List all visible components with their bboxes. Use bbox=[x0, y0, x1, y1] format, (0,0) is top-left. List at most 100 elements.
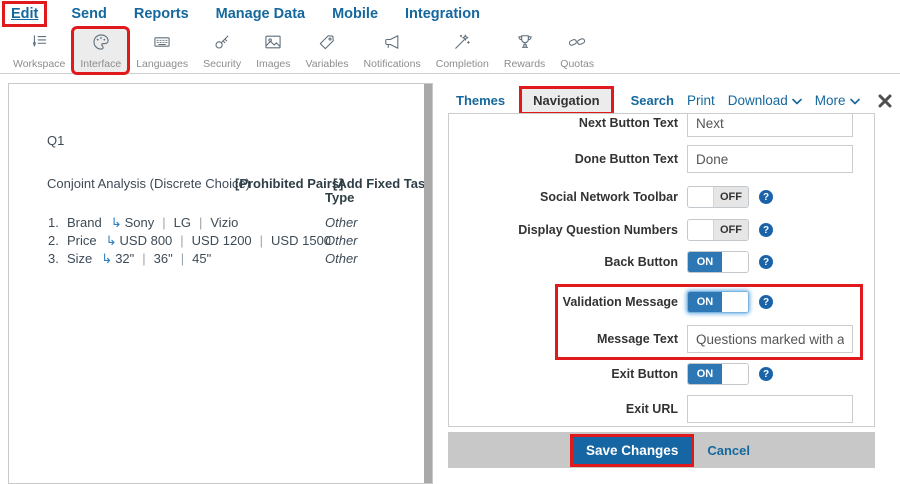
toolbar-item-completion[interactable]: Completion bbox=[430, 29, 495, 72]
toolbar-item-interface[interactable]: Interface bbox=[74, 29, 127, 72]
question-title: Conjoint Analysis (Discrete Choice) bbox=[47, 176, 250, 191]
panel-actions: Print Download More bbox=[674, 93, 900, 108]
more-link[interactable]: More bbox=[815, 93, 860, 108]
toolbar-item-quotas[interactable]: Quotas bbox=[554, 29, 600, 72]
level-separator: | bbox=[181, 251, 184, 266]
tab-themes[interactable]: Themes bbox=[456, 93, 505, 108]
toggle-track bbox=[688, 187, 714, 207]
images-icon bbox=[262, 32, 284, 57]
chevron-down-icon bbox=[846, 93, 860, 108]
toolbar-item-images[interactable]: Images bbox=[250, 29, 296, 72]
nav-item-edit[interactable]: Edit bbox=[5, 4, 44, 24]
help-icon[interactable]: ? bbox=[759, 367, 773, 381]
input-done-button-text[interactable] bbox=[687, 145, 853, 173]
toggle-track bbox=[688, 220, 714, 240]
preview-scrollbar[interactable] bbox=[424, 84, 432, 483]
toolbar-item-rewards[interactable]: Rewards bbox=[498, 29, 551, 72]
field-label: Display Question Numbers bbox=[449, 223, 678, 237]
form-row-exit-url: Exit URL bbox=[449, 395, 874, 423]
save-changes-button[interactable]: Save Changes bbox=[573, 437, 691, 464]
prohibited-pairs-link[interactable]: [Prohibited Pairs] bbox=[235, 176, 343, 191]
level-arrow-icon: ↳ bbox=[111, 216, 122, 231]
navigation-settings-form: Next Button TextDone Button TextSocial N… bbox=[448, 113, 875, 427]
attribute-number: 1. bbox=[48, 215, 63, 230]
download-link[interactable]: Download bbox=[728, 93, 802, 108]
print-link[interactable]: Print bbox=[687, 93, 715, 108]
toggle-exit-button[interactable]: ON bbox=[687, 363, 749, 385]
nav-item-integration[interactable]: Integration bbox=[405, 6, 480, 22]
field-label: Back Button bbox=[449, 255, 678, 269]
input-exit-url[interactable] bbox=[687, 395, 853, 423]
toolbar-item-label: Notifications bbox=[364, 58, 421, 70]
level-separator: | bbox=[199, 215, 202, 230]
toolbar-item-variables[interactable]: Variables bbox=[300, 29, 355, 72]
form-row-validation-message: Validation MessageON? bbox=[558, 291, 860, 313]
question-title-line: Conjoint Analysis (Discrete Choice) [Pro… bbox=[9, 176, 432, 193]
languages-icon bbox=[151, 32, 173, 57]
attribute-level: USD 1500 bbox=[271, 233, 331, 248]
help-icon[interactable]: ? bbox=[759, 255, 773, 269]
toolbar-item-label: Rewards bbox=[504, 58, 545, 70]
help-icon[interactable]: ? bbox=[759, 295, 773, 309]
download-link-label: Download bbox=[728, 93, 788, 108]
rewards-icon bbox=[514, 32, 536, 57]
attribute-row: 1.Brand↳Sony|LG|VizioOther bbox=[48, 215, 422, 231]
toggle-state-label: OFF bbox=[714, 187, 748, 207]
toolbar-item-workspace[interactable]: Workspace bbox=[7, 29, 71, 72]
input-next-button-text[interactable] bbox=[687, 113, 853, 137]
input-message-text[interactable] bbox=[687, 325, 853, 353]
toggle-track bbox=[722, 252, 748, 272]
cancel-link[interactable]: Cancel bbox=[707, 443, 750, 458]
toggle-state-label: ON bbox=[688, 364, 722, 384]
survey-preview-panel: Q1 Conjoint Analysis (Discrete Choice) [… bbox=[8, 83, 433, 484]
attribute-level: LG bbox=[174, 215, 191, 230]
level-arrow-icon: ↳ bbox=[101, 252, 112, 267]
toolbar-item-label: Quotas bbox=[560, 58, 594, 70]
notifications-icon bbox=[381, 32, 403, 57]
toolbar-item-label: Workspace bbox=[13, 58, 65, 70]
toggle-state-label: ON bbox=[688, 292, 722, 312]
attribute-name: Price bbox=[67, 233, 97, 248]
more-link-label: More bbox=[815, 93, 846, 108]
toolbar-item-notifications[interactable]: Notifications bbox=[358, 29, 427, 72]
form-footer: Save Changes Cancel bbox=[448, 432, 875, 468]
toggle-state-label: OFF bbox=[714, 220, 748, 240]
toggle-state-label: ON bbox=[688, 252, 722, 272]
toolbar-item-label: Security bbox=[203, 58, 241, 70]
nav-item-manage-data[interactable]: Manage Data bbox=[216, 6, 305, 22]
toggle-track bbox=[722, 292, 748, 312]
toolbar-item-languages[interactable]: Languages bbox=[130, 29, 194, 72]
add-fixed-tasks-link[interactable]: [Add Fixed Tasks] bbox=[333, 176, 433, 191]
toggle-display-question-numbers[interactable]: OFF bbox=[687, 219, 749, 241]
question-code: Q1 bbox=[47, 133, 64, 148]
attribute-type: Other bbox=[325, 233, 358, 248]
tab-search[interactable]: Search bbox=[631, 93, 674, 108]
toolbar-item-label: Completion bbox=[436, 58, 489, 70]
form-row-social-network-toolbar: Social Network Toolbar OFF? bbox=[449, 186, 874, 208]
attribute-level: Vizio bbox=[210, 215, 238, 230]
tab-navigation[interactable]: Navigation bbox=[522, 89, 610, 112]
help-icon[interactable]: ? bbox=[759, 223, 773, 237]
level-separator: | bbox=[162, 215, 165, 230]
nav-item-mobile[interactable]: Mobile bbox=[332, 6, 378, 22]
level-separator: | bbox=[142, 251, 145, 266]
attribute-type: Other bbox=[325, 215, 358, 230]
toggle-back-button[interactable]: ON bbox=[687, 251, 749, 273]
nav-item-send[interactable]: Send bbox=[71, 6, 106, 22]
field-label: Social Network Toolbar bbox=[449, 190, 678, 204]
toggle-track bbox=[722, 364, 748, 384]
attribute-level: 45" bbox=[192, 251, 211, 266]
variables-icon bbox=[316, 32, 338, 57]
attribute-number: 2. bbox=[48, 233, 63, 248]
close-icon[interactable] bbox=[878, 94, 892, 108]
toolbar-item-security[interactable]: Security bbox=[197, 29, 247, 72]
nav-item-reports[interactable]: Reports bbox=[134, 6, 189, 22]
toggle-validation-message[interactable]: ON bbox=[687, 291, 749, 313]
interface-icon bbox=[90, 32, 112, 57]
attribute-number: 3. bbox=[48, 251, 63, 266]
edit-toolbar: Workspace InterfaceLanguages Security Image… bbox=[0, 28, 900, 74]
security-icon bbox=[211, 32, 233, 57]
help-icon[interactable]: ? bbox=[759, 190, 773, 204]
field-label: Done Button Text bbox=[449, 152, 678, 166]
toggle-social-network-toolbar[interactable]: OFF bbox=[687, 186, 749, 208]
